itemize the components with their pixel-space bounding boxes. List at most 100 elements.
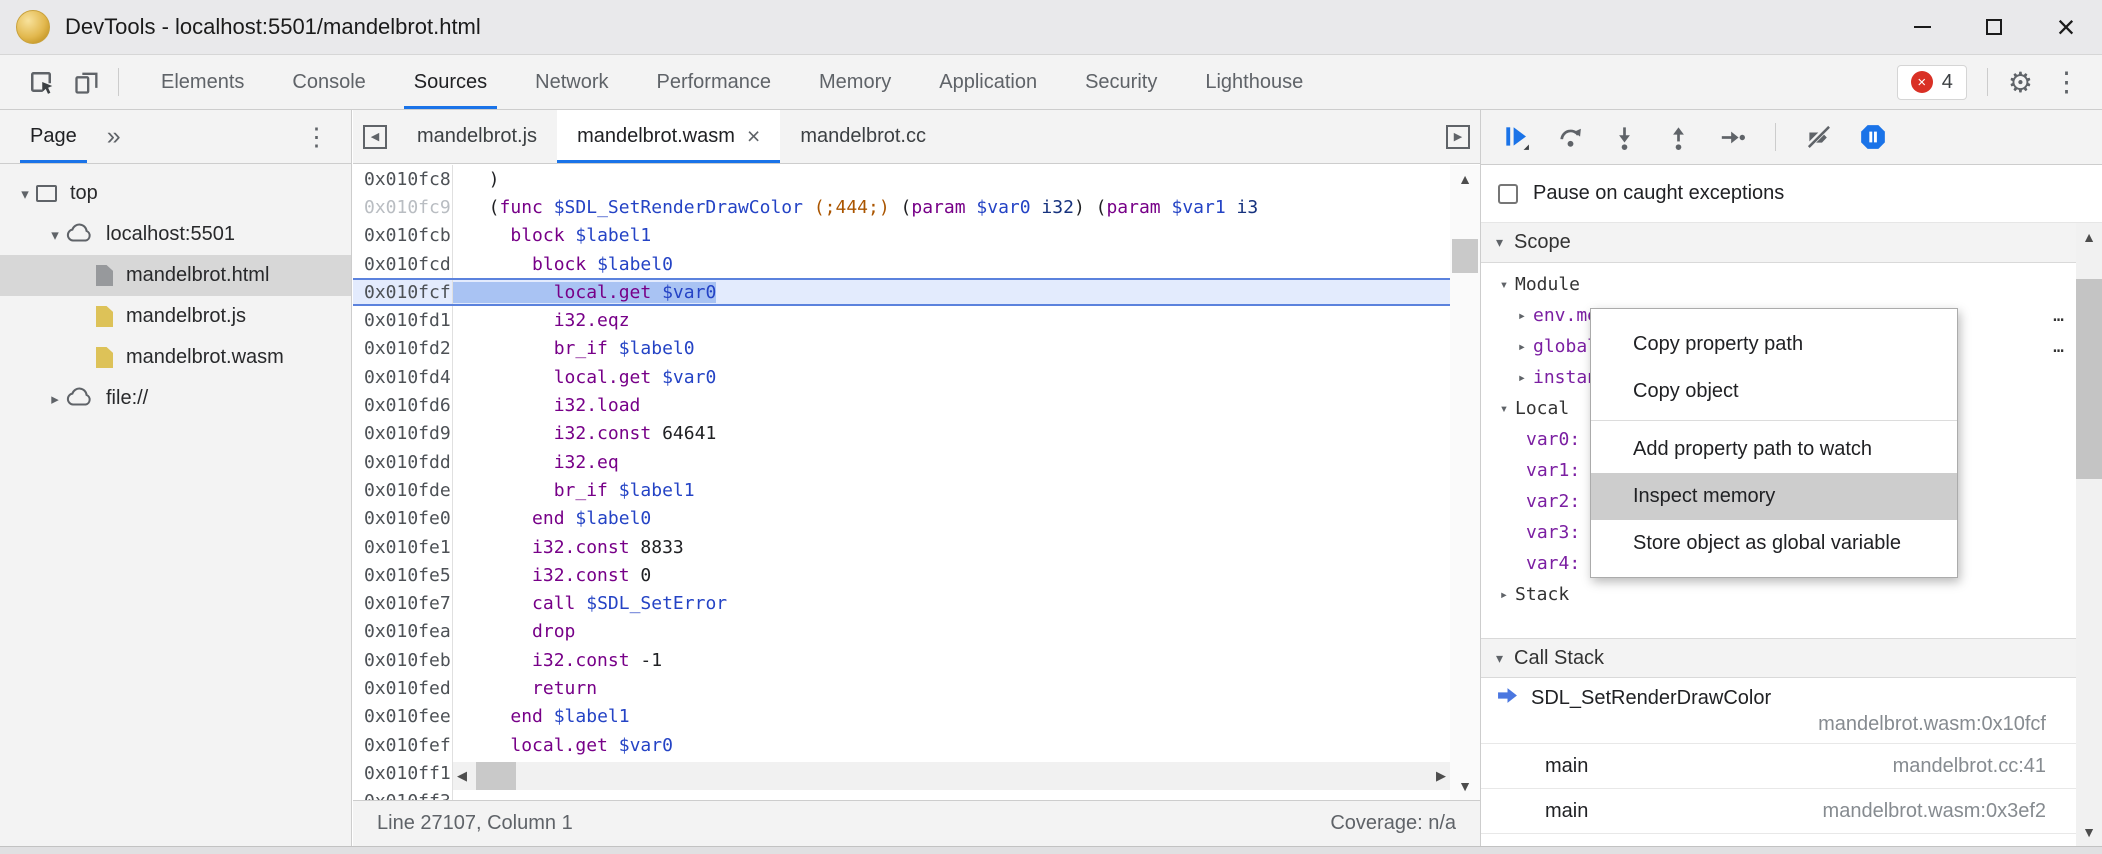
tab-security[interactable]: Security — [1061, 55, 1181, 109]
tab-elements[interactable]: Elements — [137, 55, 268, 109]
editor-tab-mandelbrot-cc[interactable]: mandelbrot.cc — [780, 110, 946, 163]
context-menu-item-copy-object[interactable]: Copy object — [1591, 368, 1957, 415]
customize-menu-icon[interactable]: ⋮ — [2045, 67, 2088, 98]
navigator-item-localhost-5501[interactable]: ▾localhost:5501 — [0, 214, 351, 255]
code-token — [467, 678, 532, 699]
navigator-item-mandelbrot-html[interactable]: mandelbrot.html — [0, 255, 351, 296]
call-stack-section-header[interactable]: ▾ Call Stack — [1481, 638, 2102, 678]
step-out-button[interactable] — [1659, 118, 1697, 156]
code-line[interactable]: 0x010fd9 i32.const 64641 — [353, 420, 1450, 448]
step-into-button[interactable] — [1605, 118, 1643, 156]
code-line[interactable]: 0x010fdd i32.eq — [353, 448, 1450, 476]
code-line[interactable]: 0x010fde br_if $label1 — [353, 476, 1450, 504]
scroll-right-icon[interactable]: ▶ — [1432, 768, 1450, 784]
code-line[interactable]: 0x010fd6 i32.load — [353, 391, 1450, 419]
navigator-menu-icon[interactable]: ⋮ — [294, 122, 339, 152]
code-line[interactable]: 0x010fe1 i32.const 8833 — [353, 533, 1450, 561]
tab-page[interactable]: Page — [12, 110, 95, 163]
tab-lighthouse[interactable]: Lighthouse — [1181, 55, 1327, 109]
code-line[interactable]: 0x010fea drop — [353, 618, 1450, 646]
context-menu-item-add-property-path-to-watch[interactable]: Add property path to watch — [1591, 426, 1957, 473]
editor-tab-mandelbrot-wasm[interactable]: mandelbrot.wasm× — [557, 110, 780, 163]
code-line[interactable]: 0x010fed return — [353, 674, 1450, 702]
navigator-item-mandelbrot-js[interactable]: mandelbrot.js — [0, 296, 351, 337]
code-line[interactable]: 0x010fe5 i32.const 0 — [353, 561, 1450, 589]
sidebar-scroll-thumb[interactable] — [2076, 279, 2102, 479]
minimize-button[interactable] — [1886, 0, 1958, 54]
maximize-button[interactable] — [1958, 0, 2030, 54]
title-bar: DevTools - localhost:5501/mandelbrot.htm… — [0, 0, 2102, 55]
code-line[interactable]: 0x010fd4 local.get $var0 — [353, 363, 1450, 391]
code-line-execution[interactable]: 0x010fcf local.get $var0 — [353, 278, 1450, 306]
scope-row-module[interactable]: ▾Module — [1481, 269, 2102, 300]
code-line[interactable]: 0x010fc9 (func $SDL_SetRenderDrawColor (… — [353, 193, 1450, 221]
navigator-item-top[interactable]: ▾top — [0, 173, 351, 214]
tab-sources[interactable]: Sources — [390, 55, 511, 109]
scroll-down-icon[interactable]: ▼ — [1458, 772, 1472, 800]
close-button[interactable]: × — [2030, 0, 2102, 54]
code-line[interactable]: 0x010fe0 end $label0 — [353, 505, 1450, 533]
resume-button[interactable] — [1497, 118, 1535, 156]
code-line[interactable]: 0x010fee end $label1 — [353, 703, 1450, 731]
inspect-element-button[interactable] — [18, 59, 64, 105]
navigator-item-file[interactable]: ▸file:// — [0, 378, 351, 419]
navigator-item-mandelbrot-wasm[interactable]: mandelbrot.wasm — [0, 337, 351, 378]
chevron-down-icon[interactable]: ▾ — [14, 185, 36, 203]
settings-gear-icon[interactable]: ⚙ — [2008, 66, 2033, 99]
pause-on-exceptions-button[interactable] — [1854, 118, 1892, 156]
step-button[interactable] — [1713, 118, 1751, 156]
scroll-up-icon[interactable]: ▲ — [1458, 165, 1472, 193]
scope-section-header[interactable]: ▾ Scope — [1481, 223, 2102, 263]
tab-memory[interactable]: Memory — [795, 55, 915, 109]
code-line[interactable]: 0x010fd1 i32.eqz — [353, 306, 1450, 334]
code-line[interactable]: 0x010fcb block $label1 — [353, 222, 1450, 250]
chevron-down-icon[interactable]: ▾ — [1493, 401, 1515, 417]
chevron-right-icon[interactable]: ▸ — [1511, 339, 1533, 355]
call-stack-frame-main-1[interactable]: mainmandelbrot.cc:41 — [1481, 744, 2102, 789]
code-line[interactable]: 0x010fe7 call $SDL_SetError — [353, 589, 1450, 617]
tab-console[interactable]: Console — [268, 55, 389, 109]
chevron-right-icon[interactable]: ▸ — [1511, 370, 1533, 386]
code-line[interactable]: 0x010fef local.get $var0 — [353, 731, 1450, 759]
device-toolbar-button[interactable] — [64, 59, 110, 105]
main-tabs: ElementsConsoleSourcesNetworkPerformance… — [137, 55, 1327, 109]
chevron-right-icon[interactable]: ▸ — [1511, 308, 1533, 324]
horizontal-scroll-thumb[interactable] — [476, 762, 516, 790]
more-tabs-chevron-icon[interactable]: » — [95, 122, 133, 151]
console-error-badge[interactable]: × 4 — [1897, 65, 1967, 100]
pause-on-caught-checkbox[interactable] — [1498, 184, 1518, 204]
context-menu-item-copy-property-path[interactable]: Copy property path — [1591, 321, 1957, 368]
code-line-content: i32.load — [453, 395, 640, 416]
chevron-right-icon[interactable]: ▸ — [1493, 587, 1515, 603]
show-debugger-button[interactable]: ▶ — [1436, 110, 1480, 163]
scroll-left-icon[interactable]: ◀ — [453, 768, 471, 784]
code-line[interactable]: 0x010fd2 br_if $label0 — [353, 335, 1450, 363]
chevron-down-icon[interactable]: ▾ — [1493, 277, 1515, 293]
code-line[interactable]: 0x010feb i32.const -1 — [353, 646, 1450, 674]
scroll-down-icon[interactable]: ▼ — [2082, 818, 2096, 846]
call-stack-frame-sdl-setrenderdrawcolor[interactable]: SDL_SetRenderDrawColormandelbrot.wasm:0x… — [1481, 678, 2102, 744]
code-line[interactable]: 0x010fcd block $label0 — [353, 250, 1450, 278]
deactivate-breakpoints-button[interactable] — [1800, 118, 1838, 156]
step-over-button[interactable] — [1551, 118, 1589, 156]
chevron-right-icon[interactable]: ▸ — [44, 390, 66, 408]
call-stack-frame-main-2[interactable]: mainmandelbrot.wasm:0x3ef2 — [1481, 789, 2102, 834]
close-tab-icon[interactable]: × — [747, 125, 760, 148]
code-editor[interactable]: 0x010fc8 )0x010fc9 (func $SDL_SetRenderD… — [353, 165, 1450, 800]
pause-on-caught-row[interactable]: Pause on caught exceptions — [1481, 165, 2102, 223]
tab-performance[interactable]: Performance — [633, 55, 796, 109]
horizontal-scrollbar[interactable]: ◀ ▶ — [453, 762, 1450, 790]
context-menu-item-inspect-memory[interactable]: Inspect memory — [1591, 473, 1957, 520]
code-line[interactable]: 0x010fc8 ) — [353, 165, 1450, 193]
editor-tab-mandelbrot-js[interactable]: mandelbrot.js — [397, 110, 557, 163]
scroll-up-icon[interactable]: ▲ — [2082, 223, 2096, 251]
chevron-down-icon[interactable]: ▾ — [44, 226, 66, 244]
sidebar-scrollbar[interactable]: ▲ ▼ — [2076, 223, 2102, 846]
vertical-scroll-thumb[interactable] — [1452, 239, 1478, 273]
scope-row-stack[interactable]: ▸Stack — [1481, 579, 2102, 610]
tab-network[interactable]: Network — [511, 55, 632, 109]
tab-application[interactable]: Application — [915, 55, 1061, 109]
context-menu-item-store-object-as-global-variable[interactable]: Store object as global variable — [1591, 520, 1957, 567]
vertical-scrollbar[interactable]: ▲ ▼ — [1450, 165, 1480, 800]
hide-navigator-button[interactable]: ◀ — [353, 110, 397, 163]
